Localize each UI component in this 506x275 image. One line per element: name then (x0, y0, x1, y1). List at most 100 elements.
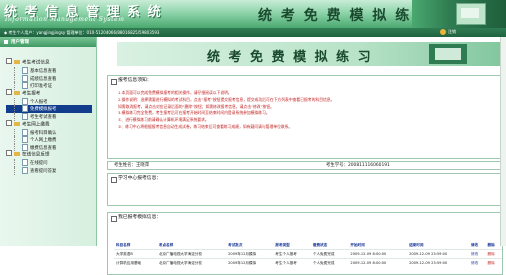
nav-item-scores[interactable]: 成绩信息查看 (6, 74, 92, 83)
cell-payment-status: 个人免费完成 (310, 258, 349, 267)
applied-title: 我已报考模拟信息： (108, 213, 502, 223)
column-header: 科目名称 (116, 242, 131, 247)
delete-link[interactable]: 删除 (485, 249, 502, 259)
folder-icon (14, 152, 20, 157)
candidate-name: 考生姓名：王晓萍 (114, 163, 150, 168)
page-icon (22, 105, 28, 113)
cell-start-time: 2009-12-09 8:00:00 (348, 249, 408, 259)
column-header: 考试批次 (228, 242, 243, 247)
page-icon (22, 112, 28, 120)
nav-item-ask-question[interactable]: 在线提问 (6, 159, 92, 167)
nav-group-feedback[interactable]: 在线信息反馈 (6, 150, 92, 159)
nav-group-label: 考生网上缴费 (22, 122, 50, 128)
page-icon (22, 159, 28, 167)
nav-group-exam-info[interactable]: 考生考试信息 (6, 58, 92, 67)
cell-type: 考生个人报考 (273, 249, 311, 259)
nav-item-label: 成绩信息查看 (30, 76, 57, 82)
nav-group-label: 在线信息反馈 (22, 152, 50, 158)
nav-item-label: 打印准考证 (30, 84, 52, 90)
cell-site: 北京广播电视大学海淀分校 (156, 258, 227, 267)
nav-item-exam-view[interactable]: 考生考试查看 (6, 112, 92, 121)
expand-toggle-icon[interactable] (6, 88, 12, 95)
expand-toggle-icon[interactable] (6, 119, 12, 126)
notice-line: ②、练习中心将根据报考信息自动生成试卷，练习结束后可查看练习成绩，如有疑问请与管… (118, 123, 293, 129)
cell-type: 考生个人报考 (273, 258, 311, 267)
column-header: 考点名称 (158, 242, 174, 247)
page-title: 统 考 免 费 模 拟 练 习 (258, 8, 435, 24)
expand-toggle-icon[interactable] (6, 58, 12, 64)
cell-end-time: 2009-12-09 23:59:00 (407, 249, 470, 259)
checkbox-icon (111, 177, 117, 183)
candidate-info-row: 考生姓名：王晓萍 考生学号：200811116060191 (107, 161, 503, 170)
nav-group-label: 考生报考 (22, 91, 41, 97)
nav-item-free-mock-register[interactable]: 免费模拟报考 (6, 105, 92, 113)
delete-link[interactable]: 删除 (485, 258, 502, 267)
page-icon (22, 166, 28, 174)
logout-icon (440, 29, 446, 35)
nav-item-label: 个人报考 (30, 99, 48, 105)
nav-item-label: 查看提问答复 (30, 168, 57, 174)
notice-line: 如需取消报考，请点击对应记录后面的“删除”按钮；如需修改报考信息，请点击“修改”… (118, 103, 274, 109)
nav-item-label: 在线提问 (30, 161, 48, 167)
nav-item-label: 基本信息查看 (30, 69, 57, 74)
main-content: 统 考 免 费 模 拟 练 习 报考信息须知： 1.本页面可以完成免费模拟报考的… (97, 37, 506, 275)
nav-item-payment-view[interactable]: 缴费信息查看 (6, 143, 92, 152)
nav-group-online-payment[interactable]: 考生网上缴费 (6, 119, 92, 129)
notice-line: 1.本页面可以完成免费模拟报考的相关操作，请仔细阅读以下说明。 (118, 90, 232, 95)
nav-item-print-admission[interactable]: 打印准考证 (6, 82, 92, 90)
sidebar-header: 用户管理 (0, 37, 96, 47)
nav-item-personal-payment[interactable]: 个人网上缴费 (6, 136, 92, 144)
logout-label: 注销 (448, 29, 456, 34)
page-icon (22, 143, 28, 151)
nav-group-registration[interactable]: 考生报考 (6, 88, 92, 98)
folder-icon (14, 60, 20, 64)
table-row: 计算机应用基础 北京广播电视大学海淀分校 2009年12月模拟 考生个人报考 个… (114, 258, 502, 267)
cell-end-time: 2009-12-09 23:59:00 (407, 258, 470, 267)
nav-item-view-answers[interactable]: 查看提问答复 (6, 166, 92, 175)
content-banner-title: 统 考 免 费 模 拟 练 习 (207, 50, 373, 65)
expand-toggle-icon[interactable] (6, 150, 12, 157)
cell-subject: 大学英语B (114, 249, 157, 259)
edit-link[interactable]: 修改 (469, 258, 486, 267)
notice-title: 报考信息须知： (108, 76, 502, 86)
nav-group-label: 考生考试信息 (22, 60, 50, 66)
notice-title-label: 报考信息须知： (118, 78, 152, 83)
notice-line: ①、进行模拟练习前请确认计算机环境满足系统要求。 (118, 117, 209, 123)
notice-line: 2.操作说明：选择需要进行模拟的考试科目，点击“报考”按钮提交报考信息，提交成功… (118, 96, 335, 102)
cell-payment-status: 个人免费完成 (310, 249, 349, 259)
nav-item-label: 免费模拟报考 (30, 107, 57, 113)
nav-item-basic-info[interactable]: 基本信息查看 (6, 67, 92, 75)
column-header: 缴费状态 (312, 242, 328, 247)
column-header: 报考类型 (275, 242, 290, 247)
status-bar: ◆ 考生个人用户：yangjingjingsy 管理单位：010-5120406… (0, 28, 506, 37)
system-subtitle: Information Management System (5, 16, 125, 23)
nav-item-confirm-subjects[interactable]: 报考科目确认 (6, 128, 92, 137)
page-icon (22, 97, 28, 105)
column-header: 修改 (471, 242, 479, 247)
applied-table: 科目名称 考点名称 考试批次 报考类型 缴费状态 开始时间 结束时间 修改 删除… (114, 241, 502, 267)
candidate-id: 考生学号：200811116060191 (326, 163, 390, 168)
logout-button[interactable]: 注销 (440, 29, 456, 35)
nav-tree: 考生考试信息 基本信息查看 成绩信息查看 打印准考证 考生报考 个人报考 免费模… (6, 58, 92, 175)
edit-link[interactable]: 修改 (469, 249, 486, 259)
nav-item-personal-register[interactable]: 个人报考 (6, 97, 92, 106)
content-banner: 统 考 免 费 模 拟 练 习 (117, 42, 506, 66)
monitor-icon (456, 3, 486, 25)
cell-batch: 2009年12月模拟 (226, 258, 274, 267)
notice-line: 3.模拟练习完全免费，考生报考后可在报考开始时间至结束时间内登录系统参加模拟练习… (118, 110, 270, 116)
page-icon (22, 128, 28, 136)
user-icon (4, 39, 8, 44)
page-icon (22, 74, 28, 82)
cell-batch: 2009年12月模拟 (226, 249, 274, 259)
column-header: 开始时间 (350, 242, 365, 247)
checkbox-icon (111, 216, 117, 222)
page-icon (22, 82, 28, 90)
notice-body: 1.本页面可以完成免费模拟报考的相关操作，请仔细阅读以下说明。 2.操作说明：选… (118, 90, 498, 131)
cell-subject: 计算机应用基础 (114, 258, 157, 267)
table-header-row: 科目名称 考点名称 考试批次 报考类型 缴费状态 开始时间 结束时间 修改 删除 (114, 241, 502, 250)
vertical-scrollbar[interactable] (500, 37, 506, 246)
nav-item-label: 考生考试查看 (30, 114, 57, 120)
applied-title-label: 我已报考模拟信息： (118, 215, 162, 220)
folder-icon (14, 90, 20, 95)
nav-item-label: 个人网上缴费 (30, 138, 57, 144)
